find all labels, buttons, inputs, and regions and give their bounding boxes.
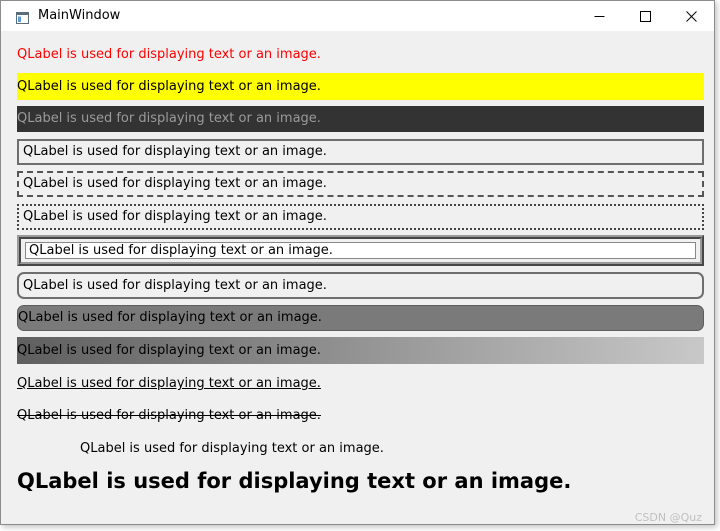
maximize-icon xyxy=(639,7,651,26)
label-dashed-border: QLabel is used for displaying text or an… xyxy=(17,171,704,197)
main-window: MainWindow QLabel is used for displaying… xyxy=(0,0,715,525)
label-ridge-text: QLabel is used for displaying text or an… xyxy=(29,243,333,258)
label-dotted-border: QLabel is used for displaying text or an… xyxy=(17,204,704,230)
label-red-text: QLabel is used for displaying text or an… xyxy=(17,47,321,62)
watermark: CSDN @Quz xyxy=(634,511,702,524)
label-underline: QLabel is used for displaying text or an… xyxy=(17,376,321,391)
title-bar[interactable]: MainWindow xyxy=(1,1,714,31)
label-strikethrough: QLabel is used for displaying text or an… xyxy=(17,408,321,423)
label-ridge-border: QLabel is used for displaying text or an… xyxy=(17,235,704,266)
label-indented: QLabel is used for displaying text or an… xyxy=(80,441,384,456)
label-rounded-border: QLabel is used for displaying text or an… xyxy=(17,272,704,299)
label-dark-background: QLabel is used for displaying text or an… xyxy=(17,106,704,132)
close-icon xyxy=(685,7,697,26)
window-title: MainWindow xyxy=(38,8,121,23)
label-yellow-background: QLabel is used for displaying text or an… xyxy=(17,73,704,100)
label-rounded-gray-background: QLabel is used for displaying text or an… xyxy=(17,305,704,331)
label-large-bold: QLabel is used for displaying text or an… xyxy=(17,469,572,493)
window-app-icon xyxy=(16,9,29,24)
minimize-button[interactable] xyxy=(576,1,622,31)
label-gradient-background: QLabel is used for displaying text or an… xyxy=(17,337,704,364)
label-solid-border: QLabel is used for displaying text or an… xyxy=(17,139,704,165)
maximize-button[interactable] xyxy=(622,1,668,31)
close-button[interactable] xyxy=(668,1,714,31)
minimize-icon xyxy=(594,7,605,26)
